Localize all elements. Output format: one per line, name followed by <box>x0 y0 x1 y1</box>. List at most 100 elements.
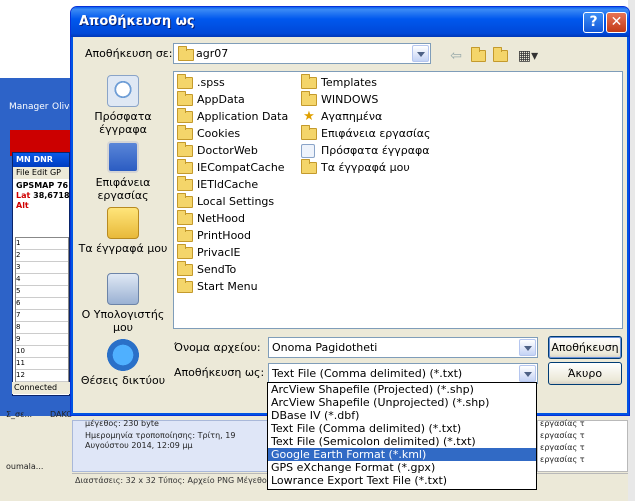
cancel-button[interactable]: Άκυρο <box>548 362 622 385</box>
mn-dnr-window: MN DNR File Edit GP GPSMAP 76 Lat 38,671… <box>12 152 70 396</box>
mn-grid-row: 9 <box>16 334 68 346</box>
save-in-value: agr07 <box>196 47 229 60</box>
list-item[interactable]: Τα έγγραφά μου <box>301 159 410 176</box>
view-menu-icon[interactable]: ▦▾ <box>515 47 541 65</box>
dropdown-option[interactable]: GPS eXchange Format (*.gpx) <box>268 461 536 474</box>
filename-dropdown-button[interactable] <box>519 339 536 356</box>
network-places-icon <box>107 339 139 371</box>
taskbar-item[interactable]: oumala... <box>6 462 43 471</box>
list-item[interactable]: Templates <box>301 74 377 91</box>
list-item[interactable]: NetHood <box>177 210 246 227</box>
mn-grid-row: 5 <box>16 286 68 298</box>
folder-name: WINDOWS <box>321 93 379 106</box>
up-folder-icon[interactable] <box>469 47 487 65</box>
close-button[interactable]: ✕ <box>606 12 627 33</box>
save-button[interactable]: Αποθήκευση <box>548 336 622 359</box>
list-item[interactable]: PrivacIE <box>177 244 241 261</box>
my-documents-icon <box>107 207 139 239</box>
list-item[interactable]: Local Settings <box>177 193 274 210</box>
mn-alt-label: Alt <box>16 201 29 210</box>
list-item[interactable]: Start Menu <box>177 278 258 295</box>
mn-window-menu: File Edit GP <box>13 167 69 179</box>
folder-icon <box>177 91 193 106</box>
recent-documents-icon <box>301 144 315 158</box>
mn-grid-row: 7 <box>16 310 68 322</box>
folder-icon <box>301 74 317 89</box>
place-label: Πρόσφατα έγγραφα <box>94 110 152 136</box>
folder-name: .spss <box>197 76 225 89</box>
mn-grid-row: 10 <box>16 346 68 358</box>
folder-icon <box>178 46 194 61</box>
folder-icon <box>177 125 193 140</box>
list-item[interactable]: ★ Αγαπημένα <box>301 109 382 125</box>
folder-name: SendTo <box>197 263 237 276</box>
list-item[interactable]: Application Data <box>177 108 288 125</box>
savetype-select[interactable]: Text File (Comma delimited) (*.txt) <box>268 363 538 384</box>
desktop-icon <box>107 141 139 173</box>
right-panel-line: εργασίας τ <box>540 419 585 428</box>
list-item[interactable]: WINDOWS <box>301 91 379 108</box>
list-item[interactable]: IECompatCache <box>177 159 285 176</box>
place-my-computer[interactable]: Ο Υπολογιστής μου <box>77 273 169 334</box>
details-modified-label: Ημερομηνία τροποποίησης: Τρίτη, 19 <box>85 431 236 440</box>
list-item[interactable]: SendTo <box>177 261 237 278</box>
dropdown-option[interactable]: DBase IV (*.dbf) <box>268 409 536 422</box>
list-item[interactable]: Cookies <box>177 125 240 142</box>
dropdown-option[interactable]: Lowrance Export Text File (*.txt) <box>268 474 536 487</box>
place-my-documents[interactable]: Τα έγγραφά μου <box>77 207 169 255</box>
dropdown-option[interactable]: Google Earth Format (*.kml) <box>268 448 536 461</box>
folder-name: Επιφάνεια εργασίας <box>321 127 431 140</box>
background-right-panel: εργασίας τ εργασίας τ εργασίας τ εργασία… <box>537 419 628 472</box>
folder-icon <box>177 74 193 89</box>
dialog-title: Αποθήκευση ως <box>79 14 195 29</box>
folder-icon <box>301 159 317 174</box>
list-item[interactable]: AppData <box>177 91 245 108</box>
list-item[interactable]: Επιφάνεια εργασίας <box>301 125 431 142</box>
mn-grid-row: 8 <box>16 322 68 334</box>
save-in-combo[interactable]: agr07 <box>173 43 431 64</box>
mn-lat-value: 38,6718 <box>33 191 69 200</box>
favorites-star-icon: ★ <box>303 109 315 124</box>
filename-label: Όνομα αρχείου: <box>174 341 261 354</box>
folder-name: Templates <box>321 76 377 89</box>
folder-icon <box>301 125 317 140</box>
desktop-label[interactable]: Manager <box>9 102 48 112</box>
right-panel-line: εργασίας τ <box>540 455 585 464</box>
list-item[interactable]: IETldCache <box>177 176 258 193</box>
place-recent-documents[interactable]: Πρόσφατα έγγραφα <box>77 75 169 136</box>
filename-field[interactable] <box>269 338 537 357</box>
taskbar-item[interactable]: Σ_σε... <box>6 410 32 419</box>
dropdown-option[interactable]: ArcView Shapefile (Unprojected) (*.shp) <box>268 396 536 409</box>
place-network[interactable]: Θέσεις δικτύου <box>77 339 169 387</box>
folder-name: DoctorWeb <box>197 144 258 157</box>
chevron-down-icon <box>417 52 425 57</box>
dropdown-option[interactable]: Text File (Comma delimited) (*.txt) <box>268 422 536 435</box>
folder-icon <box>177 108 193 123</box>
mn-status-text: Connected <box>12 382 70 394</box>
save-in-dropdown-button[interactable] <box>412 45 429 62</box>
back-icon[interactable]: ⇦ <box>447 47 465 65</box>
savetype-dropdown-button[interactable] <box>519 365 536 382</box>
mn-lat-label: Lat <box>16 191 31 200</box>
dialog-titlebar[interactable]: Αποθήκευση ως ? ✕ <box>71 7 629 37</box>
mn-grid: 1 2 3 4 5 6 7 8 9 10 11 12 <box>15 237 69 385</box>
help-button[interactable]: ? <box>583 12 604 33</box>
list-item[interactable]: .spss <box>177 74 225 91</box>
savetype-label: Αποθήκευση ως: <box>174 366 265 379</box>
mn-grid-row: 1 <box>16 238 68 250</box>
list-item[interactable]: DoctorWeb <box>177 142 258 159</box>
dropdown-option[interactable]: Text File (Semicolon delimited) (*.txt) <box>268 435 536 448</box>
folder-name: NetHood <box>197 212 246 225</box>
file-list[interactable]: .spss AppData Application Data Cookies D… <box>173 71 623 329</box>
new-folder-icon[interactable] <box>491 47 509 65</box>
dropdown-option[interactable]: ArcView Shapefile (Projected) (*.shp) <box>268 383 536 396</box>
place-desktop[interactable]: Επιφάνεια εργασίας <box>77 141 169 202</box>
filename-input[interactable] <box>268 337 538 358</box>
mn-grid-row: 6 <box>16 298 68 310</box>
folder-icon <box>177 261 193 276</box>
list-item[interactable]: PrintHood <box>177 227 251 244</box>
place-label: Τα έγγραφά μου <box>78 242 168 255</box>
list-item[interactable]: Πρόσφατα έγγραφα <box>301 143 430 159</box>
details-size: μέγεθος: 230 byte <box>85 419 159 428</box>
folder-name: Αγαπημένα <box>321 110 383 123</box>
